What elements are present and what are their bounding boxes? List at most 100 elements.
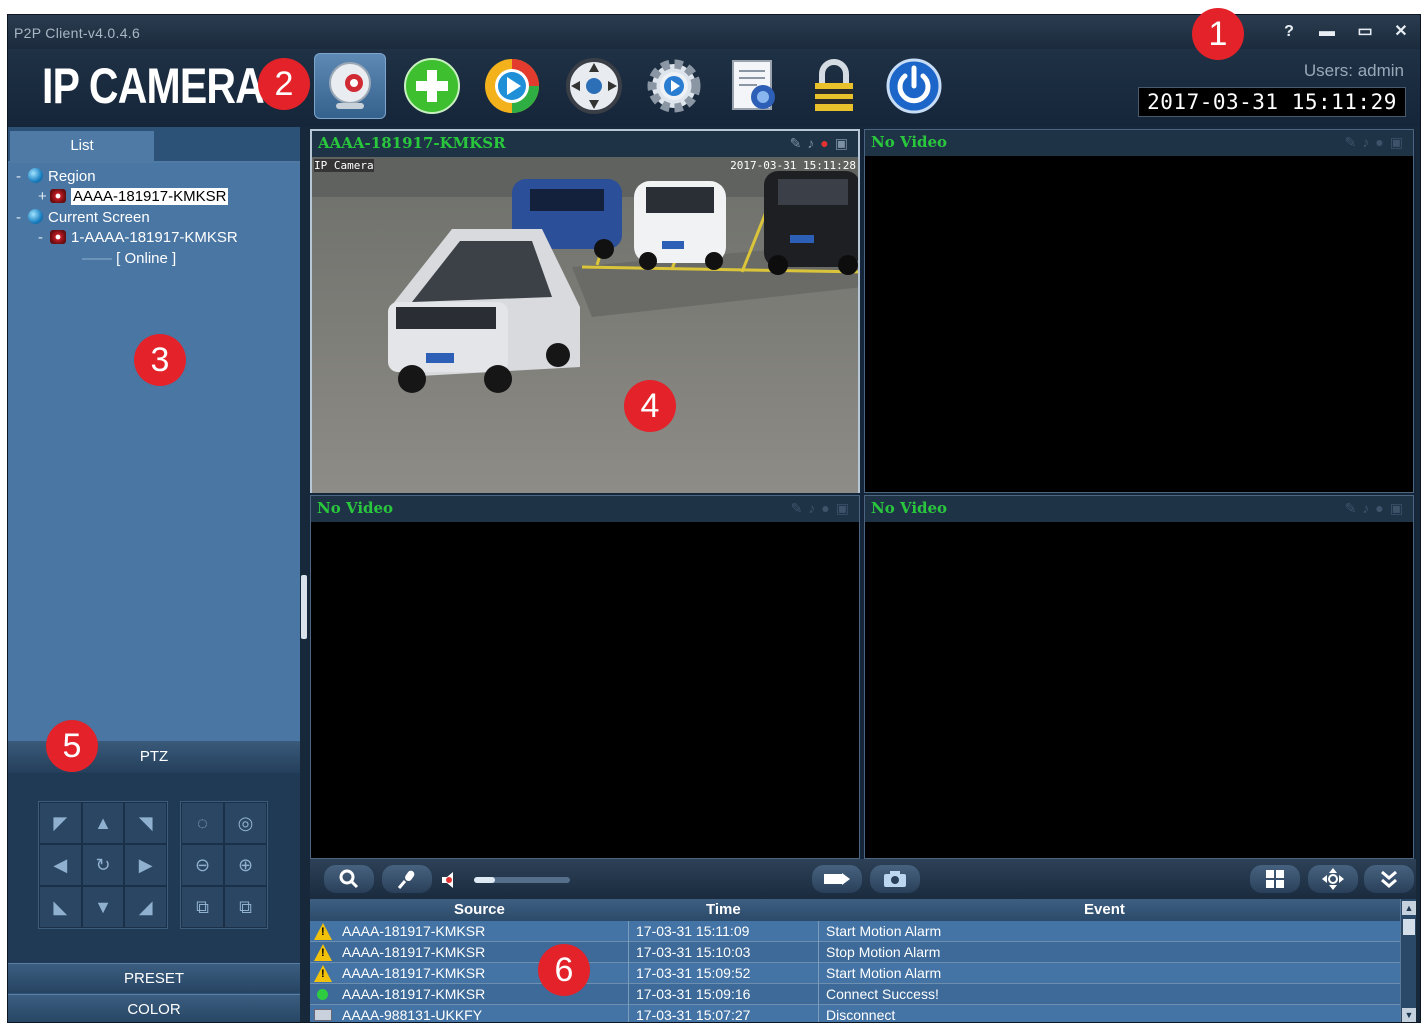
focus-near-icon[interactable]: ⊖	[181, 844, 224, 886]
ptz-up-left-button[interactable]: ◤	[39, 802, 82, 844]
panel-collapse-handle[interactable]	[301, 575, 307, 639]
log-time: 17-03-31 15:10:03	[636, 944, 751, 960]
ptz-control-icon	[566, 58, 622, 114]
ptz-down-button[interactable]: ▼	[81, 886, 125, 928]
event-log-header: Source Time Event	[310, 899, 1400, 921]
tree-node-region[interactable]: - Region	[16, 167, 96, 187]
column-time[interactable]: Time	[706, 901, 741, 918]
grid-layout-icon	[1266, 870, 1284, 888]
log-button[interactable]	[718, 53, 790, 119]
connected-status-icon	[317, 989, 328, 1000]
ptz-button[interactable]	[558, 53, 630, 119]
tree-label-screen-device: 1-AAAA-181917-KMKSR	[71, 229, 238, 246]
log-row[interactable]: AAAA-181917-KMKSR 17-03-31 15:09:52 Star…	[310, 963, 1400, 984]
iris-open-icon[interactable]: ⧉	[224, 886, 267, 928]
app-logo: IP CAMERA	[42, 58, 265, 114]
add-device-button[interactable]	[396, 53, 468, 119]
camera-icon	[50, 189, 66, 203]
column-event[interactable]: Event	[1084, 901, 1125, 918]
record-button[interactable]	[812, 865, 862, 893]
scroll-up-icon[interactable]: ▲	[1402, 901, 1416, 915]
ptz-auto-rotate-button[interactable]: ↻	[81, 844, 125, 886]
log-row[interactable]: AAAA-181917-KMKSR 17-03-31 15:11:09 Star…	[310, 921, 1400, 942]
scroll-thumb[interactable]	[1403, 919, 1415, 935]
video-pane-3[interactable]: No Video ✎♪●▣	[310, 495, 860, 859]
tree-node-current-screen[interactable]: - Current Screen	[16, 208, 150, 228]
log-event: Disconnect	[826, 1007, 896, 1023]
log-scrollbar[interactable]: ▲ ▼	[1400, 899, 1416, 1022]
maximize-button[interactable]: ▭	[1348, 19, 1382, 45]
pane-tool-icons[interactable]: ✎♪●▣	[1345, 500, 1409, 517]
log-time: 17-03-31 15:11:09	[636, 923, 750, 939]
ptz-lens-controls: ◌ ◎ ⊖ ⊕ ⧉ ⧉	[180, 801, 268, 929]
zoom-in-icon[interactable]: ◎	[224, 802, 267, 844]
color-section-button[interactable]: COLOR	[8, 994, 300, 1022]
scroll-down-icon[interactable]: ▼	[1402, 1008, 1416, 1022]
ptz-down-left-button[interactable]: ◣	[39, 886, 82, 928]
camera-icon	[50, 230, 66, 244]
ptz-left-button[interactable]: ◀	[39, 844, 82, 886]
pane-title: No Video	[317, 499, 394, 517]
tree-node-screen-device[interactable]: - 1-AAAA-181917-KMKSR	[38, 228, 238, 248]
collapse-icon[interactable]: -	[16, 208, 28, 228]
pane-tool-icons[interactable]: ✎♪●▣	[790, 135, 854, 152]
log-event: Stop Motion Alarm	[826, 944, 941, 960]
lock-button[interactable]	[798, 53, 870, 119]
tree-node-region-device[interactable]: + AAAA-181917-KMKSR	[38, 187, 229, 207]
log-row[interactable]: AAAA-988131-UKKFY 17-03-31 15:07:27 Disc…	[310, 1005, 1400, 1023]
speaker-icon[interactable]	[440, 871, 462, 894]
talk-button[interactable]	[382, 865, 432, 893]
log-event: Start Motion Alarm	[826, 965, 942, 981]
callout-badge-2: 2	[258, 58, 310, 110]
log-time: 17-03-31 15:07:27	[636, 1007, 751, 1023]
zoom-button[interactable]	[324, 865, 374, 893]
preset-section-button[interactable]: PRESET	[8, 963, 300, 993]
snapshot-button[interactable]	[870, 865, 920, 893]
collapse-icon[interactable]: -	[38, 228, 50, 248]
iris-close-icon[interactable]: ⧉	[181, 886, 224, 928]
fullscreen-button[interactable]	[1308, 865, 1358, 893]
ptz-right-button[interactable]: ▶	[124, 844, 167, 886]
close-button[interactable]: ✕	[1384, 19, 1418, 45]
focus-far-icon[interactable]: ⊕	[224, 844, 267, 886]
column-source[interactable]: Source	[454, 901, 505, 918]
video-pane-1[interactable]: AAAA-181917-KMKSR ✎♪●▣ IP Camera 2017-03…	[310, 129, 860, 493]
expand-icon[interactable]: +	[38, 187, 50, 207]
osd-camera-label: IP Camera	[314, 159, 374, 172]
settings-button[interactable]	[638, 53, 710, 119]
online-status: [ Online ]	[116, 250, 177, 267]
zoom-out-icon[interactable]: ◌	[181, 802, 224, 844]
pane-tool-icons[interactable]: ✎♪●▣	[791, 500, 855, 517]
collapse-icon[interactable]: -	[16, 167, 28, 187]
ptz-down-right-button[interactable]: ◢	[124, 886, 167, 928]
tab-list[interactable]: List	[10, 131, 154, 161]
video-pane-2[interactable]: No Video ✎♪●▣	[864, 129, 1414, 493]
help-button[interactable]: ?	[1272, 19, 1306, 45]
volume-slider[interactable]	[474, 877, 570, 883]
log-event: Start Motion Alarm	[826, 923, 942, 939]
layout-button[interactable]	[1250, 865, 1300, 893]
video-grid: AAAA-181917-KMKSR ✎♪●▣ IP Camera 2017-03…	[310, 129, 1416, 859]
main-toolbar: IP CAMERA Users: admin 2017-03-31 15:11:…	[8, 49, 1420, 127]
event-log: Source Time Event AAAA-181917-KMKSR 17-0…	[310, 899, 1416, 1023]
pane-header: AAAA-181917-KMKSR ✎♪●▣	[312, 131, 858, 157]
pane-header: No Video ✎♪●▣	[311, 496, 859, 522]
pane-title: No Video	[871, 133, 948, 151]
power-button[interactable]	[878, 53, 950, 119]
ptz-up-button[interactable]: ▲	[81, 802, 125, 844]
collapse-log-button[interactable]	[1364, 865, 1414, 893]
video-pane-4[interactable]: No Video ✎♪●▣	[864, 495, 1414, 859]
ptz-controls: ◤ ▲ ◥ ◀ ↻ ▶ ◣ ▼ ◢ ◌ ◎ ⊖ ⊕ ⧉ ⧉	[8, 773, 300, 963]
ptz-up-right-button[interactable]: ◥	[124, 802, 167, 844]
playback-button[interactable]	[476, 53, 548, 119]
minimize-button[interactable]: ▬	[1310, 19, 1344, 45]
pane-tool-icons[interactable]: ✎♪●▣	[1345, 134, 1409, 151]
log-row[interactable]: AAAA-181917-KMKSR 17-03-31 15:09:16 Conn…	[310, 984, 1400, 1005]
lock-icon	[815, 59, 853, 111]
live-view-button[interactable]	[314, 53, 386, 119]
current-user: Users: admin	[1303, 61, 1404, 80]
osd-timestamp: 2017-03-31 15:11:28	[730, 159, 856, 172]
log-time: 17-03-31 15:09:16	[636, 986, 751, 1002]
log-row[interactable]: AAAA-181917-KMKSR 17-03-31 15:10:03 Stop…	[310, 942, 1400, 963]
webcam-icon	[329, 62, 371, 109]
